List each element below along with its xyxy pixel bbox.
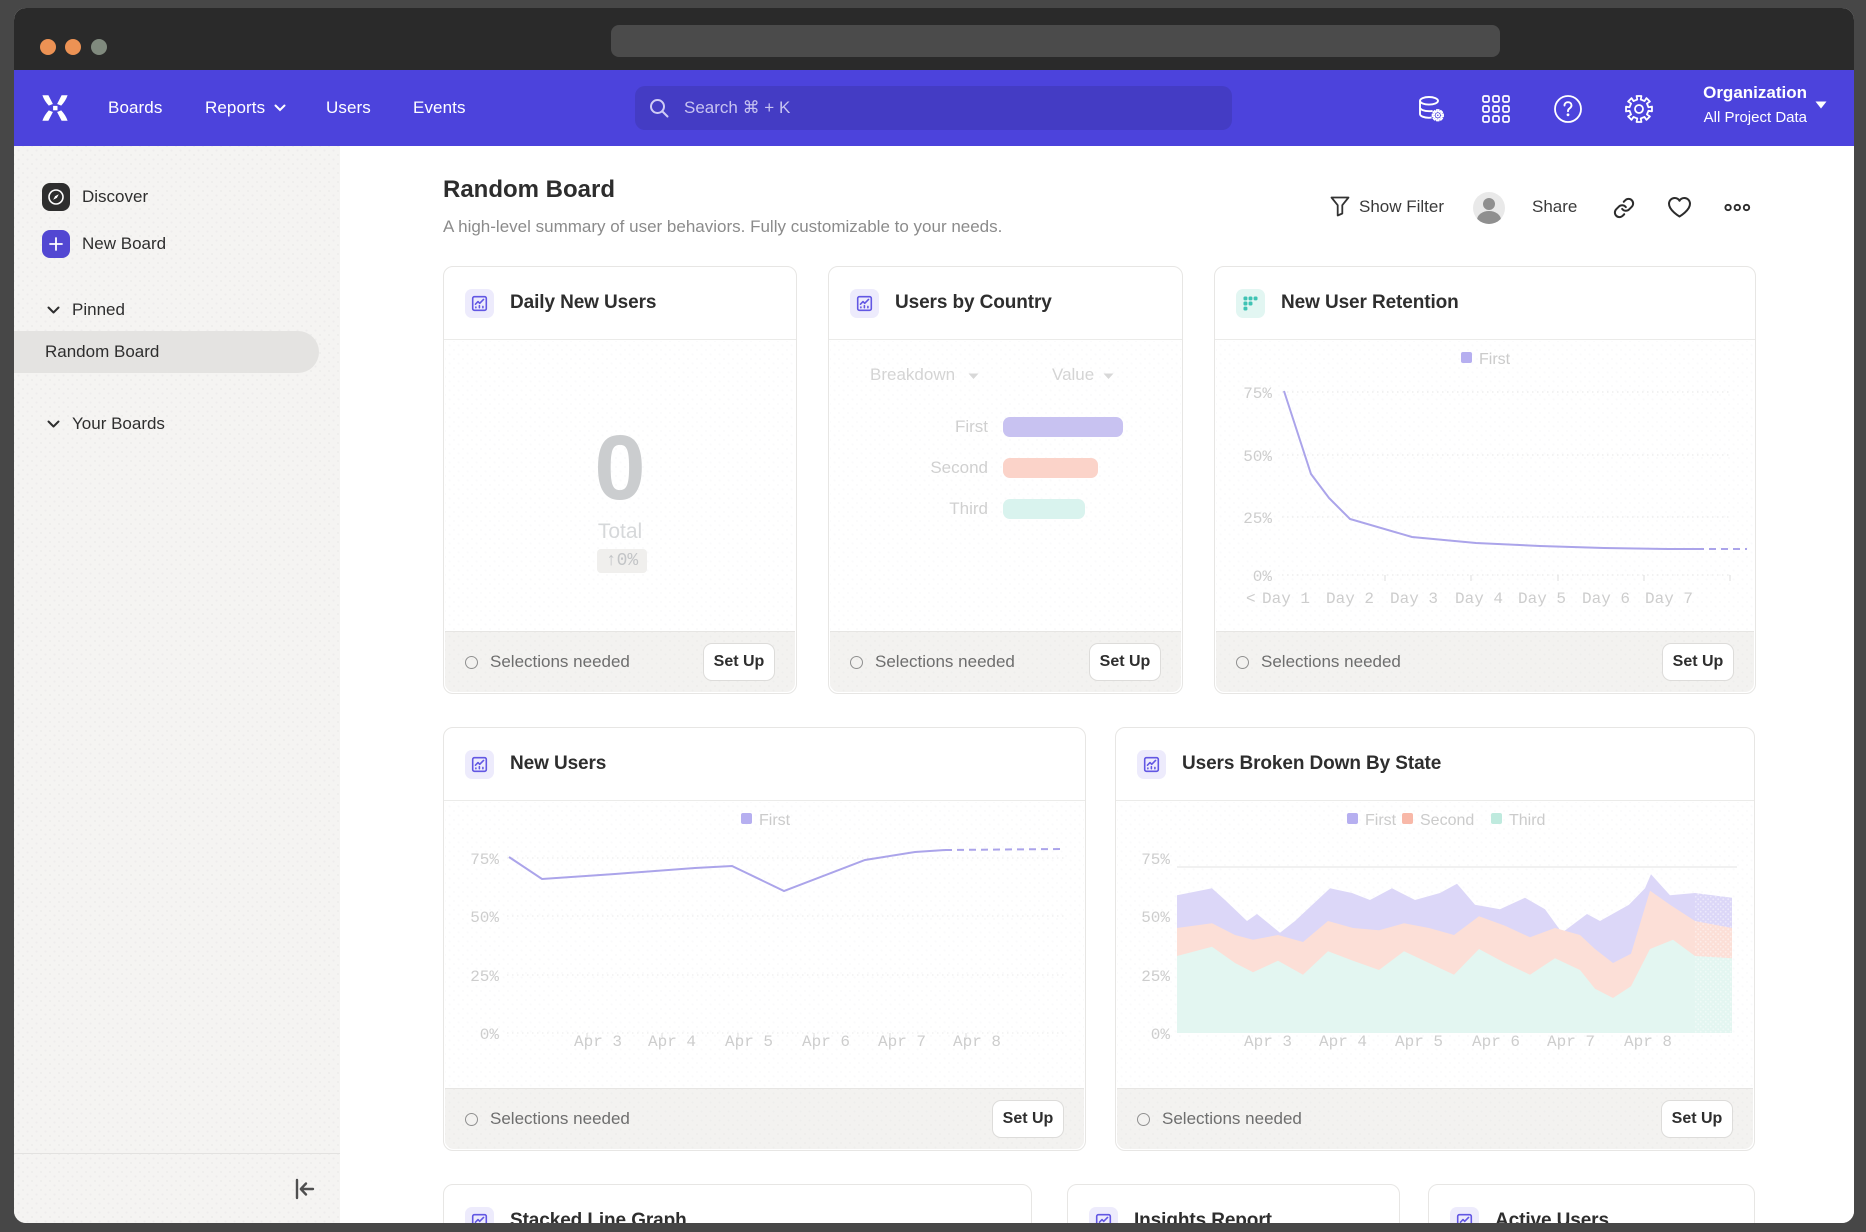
svg-text:First: First bbox=[1365, 812, 1397, 829]
svg-text:50%: 50% bbox=[1141, 909, 1170, 927]
svg-text:First: First bbox=[759, 812, 791, 829]
svg-text:0%: 0% bbox=[480, 1026, 500, 1044]
svg-text:25%: 25% bbox=[1141, 968, 1170, 986]
svg-text:25%: 25% bbox=[1243, 510, 1272, 528]
svg-text:Day 7: Day 7 bbox=[1645, 590, 1693, 608]
svg-text:Day 4: Day 4 bbox=[1455, 590, 1503, 608]
svg-text:0%: 0% bbox=[1253, 568, 1273, 586]
svg-text:50%: 50% bbox=[470, 909, 499, 927]
svg-text:Apr 6: Apr 6 bbox=[802, 1033, 850, 1051]
svg-text:Apr 3: Apr 3 bbox=[574, 1033, 622, 1051]
svg-text:Day 1: Day 1 bbox=[1262, 590, 1310, 608]
svg-text:Apr 8: Apr 8 bbox=[953, 1033, 1001, 1051]
svg-text:Apr 8: Apr 8 bbox=[1624, 1033, 1672, 1051]
svg-text:Apr 6: Apr 6 bbox=[1472, 1033, 1520, 1051]
svg-text:Day 5: Day 5 bbox=[1518, 590, 1566, 608]
svg-text:Day 3: Day 3 bbox=[1390, 590, 1438, 608]
svg-text:75%: 75% bbox=[470, 851, 499, 869]
svg-text:Apr 4: Apr 4 bbox=[1319, 1033, 1367, 1051]
svg-text:Apr 4: Apr 4 bbox=[648, 1033, 696, 1051]
svg-text:0%: 0% bbox=[1151, 1026, 1171, 1044]
svg-text:75%: 75% bbox=[1243, 385, 1272, 403]
svg-text:75%: 75% bbox=[1141, 851, 1170, 869]
svg-text:50%: 50% bbox=[1243, 448, 1272, 466]
svg-text:Day 6: Day 6 bbox=[1582, 590, 1630, 608]
svg-text:25%: 25% bbox=[470, 968, 499, 986]
svg-text:Apr 3: Apr 3 bbox=[1244, 1033, 1292, 1051]
svg-text:Day 2: Day 2 bbox=[1326, 590, 1374, 608]
svg-text:Apr 7: Apr 7 bbox=[878, 1033, 926, 1051]
svg-text:Apr 5: Apr 5 bbox=[725, 1033, 773, 1051]
svg-text:Second: Second bbox=[1420, 812, 1474, 829]
svg-text:<: < bbox=[1246, 590, 1256, 608]
svg-text:First: First bbox=[1479, 351, 1511, 368]
svg-text:Apr 7: Apr 7 bbox=[1547, 1033, 1595, 1051]
svg-text:Third: Third bbox=[1509, 812, 1545, 829]
svg-text:Apr 5: Apr 5 bbox=[1395, 1033, 1443, 1051]
